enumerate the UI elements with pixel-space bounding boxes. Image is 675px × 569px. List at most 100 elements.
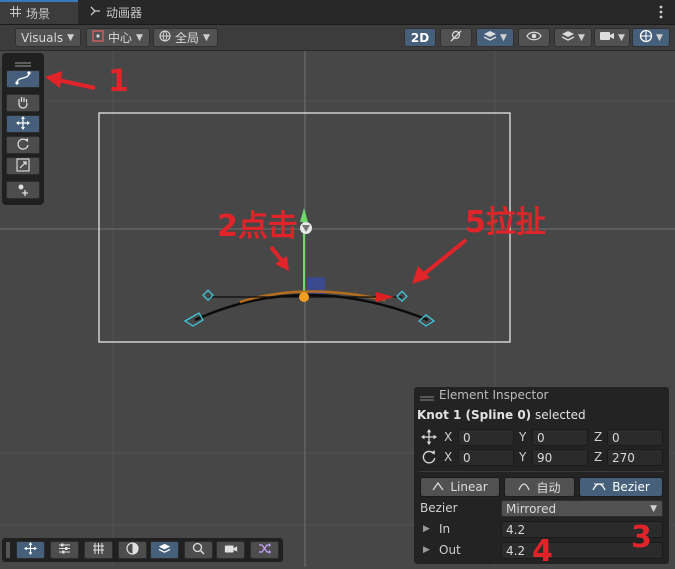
annotation-1: 1 — [108, 64, 129, 99]
globe-icon — [159, 30, 171, 45]
lighting-toggle-button[interactable] — [440, 28, 472, 47]
space-label: 全局 — [175, 31, 200, 45]
inspector-title: Element Inspector — [439, 388, 549, 402]
rotation-icon — [421, 449, 437, 468]
bezier-mode-value: Mirrored — [506, 501, 557, 516]
pivot-dropdown[interactable]: 中心 ▼ — [86, 28, 150, 47]
pos-z-field[interactable]: 0 — [607, 429, 663, 446]
overlay-grid-snap-button[interactable] — [84, 541, 113, 559]
rot-x-field[interactable]: 0 — [458, 449, 514, 466]
scale-icon — [16, 157, 30, 175]
pos-x-label: X — [444, 430, 453, 444]
annotation-2-click: 2点击 — [217, 209, 298, 244]
overlay-layers-button[interactable] — [150, 541, 179, 559]
visuals-dropdown[interactable]: Visuals ▼ — [15, 28, 81, 47]
tangent-in-handle[interactable] — [202, 289, 214, 302]
caret-down-icon: ▼ — [656, 32, 663, 43]
divider — [419, 471, 664, 472]
palette-grip-icon[interactable] — [15, 57, 31, 71]
gizmo-y-arrow[interactable] — [300, 208, 308, 222]
caret-down-icon: ▼ — [500, 32, 507, 43]
grid-icon — [10, 6, 21, 20]
space-dropdown[interactable]: 全局 ▼ — [153, 28, 218, 47]
knot-left-endpoint[interactable] — [183, 312, 204, 327]
rot-y-field[interactable]: 90 — [532, 449, 588, 466]
grid-snap-icon — [92, 542, 105, 558]
pivot-icon — [92, 30, 104, 45]
move-arrows-icon — [24, 542, 37, 558]
rot-z-field[interactable]: 270 — [607, 449, 663, 466]
spline-curve[interactable] — [194, 293, 429, 322]
layers-icon — [561, 29, 575, 46]
hand-icon — [16, 95, 30, 112]
overlay-settings-button[interactable] — [50, 541, 79, 559]
overlay-move-button[interactable] — [16, 541, 45, 559]
tab-animator[interactable]: 动画器 — [80, 0, 152, 24]
visibility-toggle-button[interactable] — [518, 28, 550, 47]
scene-toolbar: Visuals ▼ 中心 ▼ 全局 ▼ 2D ▼ ▼ ▼ ▼ — [0, 25, 675, 51]
tab-scene-label: 场景 — [26, 6, 51, 21]
gizmos-dropdown[interactable]: ▼ — [632, 28, 670, 47]
overlay-camera-button[interactable] — [216, 541, 245, 559]
auto-mode-button[interactable]: 自动 — [504, 477, 575, 497]
camera-icon — [224, 543, 238, 558]
bezier-mode-label: Bezier — [420, 501, 458, 515]
moon-icon — [126, 542, 139, 558]
caret-down-icon: ▼ — [136, 32, 143, 43]
selection-info: Knot 1 (Spline 0) selected — [417, 408, 586, 422]
hand-tool-button[interactable] — [6, 94, 40, 112]
overlay-shuffle-button[interactable] — [250, 541, 279, 559]
more-options-icon[interactable] — [656, 4, 666, 20]
auto-curve-icon — [518, 480, 531, 494]
annotation-4: 4 — [532, 534, 553, 569]
rot-x-label: X — [444, 450, 453, 464]
layers-dropdown[interactable]: ▼ — [554, 28, 592, 47]
caret-down-icon: ▼ — [67, 32, 74, 43]
pos-z-label: Z — [594, 430, 603, 444]
selected-knot[interactable] — [299, 292, 309, 302]
sliders-icon — [58, 542, 71, 558]
tangent-out-handle[interactable] — [396, 290, 408, 303]
linear-mode-button[interactable]: Linear — [420, 477, 500, 497]
gizmos-icon — [639, 29, 653, 46]
overlay-toolbar — [2, 538, 283, 562]
expand-in-icon[interactable]: ▶ — [423, 524, 430, 534]
eye-icon — [526, 30, 542, 45]
spline-path-icon — [15, 70, 31, 88]
expand-out-icon[interactable]: ▶ — [423, 545, 430, 555]
camera-dropdown[interactable]: ▼ — [594, 28, 630, 47]
position-icon — [421, 429, 437, 448]
pos-x-field[interactable]: 0 — [458, 429, 514, 446]
window-tab-bar: 场景 动画器 — [0, 0, 675, 25]
scale-tool-button[interactable] — [6, 157, 40, 175]
bezier-label: Bezier — [612, 480, 650, 494]
layers-fx-icon — [483, 29, 497, 46]
overlay-search-button[interactable] — [184, 541, 213, 559]
tab-scene[interactable]: 场景 — [0, 0, 78, 24]
linear-label: Linear — [450, 480, 488, 494]
tangent-out-arrow — [376, 292, 394, 302]
pivot-edit-icon — [16, 182, 30, 199]
2d-mode-button[interactable]: 2D — [404, 28, 436, 47]
rotate-tool-button[interactable] — [6, 136, 40, 154]
custom-tool-button[interactable] — [6, 181, 40, 199]
rot-z-label: Z — [594, 450, 603, 464]
bezier-mode-button[interactable]: Bezier — [579, 477, 663, 497]
audio-fx-dropdown[interactable]: ▼ — [476, 28, 514, 47]
move-arrows-icon — [16, 115, 30, 133]
bezier-mode-dropdown[interactable]: Mirrored ▼ — [501, 500, 663, 517]
auto-label: 自动 — [536, 480, 561, 495]
toolbar-grip-icon[interactable] — [6, 542, 10, 561]
caret-down-icon: ▼ — [618, 32, 625, 43]
light-off-icon — [449, 29, 463, 46]
pos-y-field[interactable]: 0 — [532, 429, 588, 446]
caret-down-icon: ▼ — [578, 32, 585, 43]
in-label: In — [439, 522, 451, 536]
overlay-shading-button[interactable] — [118, 541, 147, 559]
selection-suffix: selected — [531, 408, 586, 422]
layers-icon — [158, 542, 171, 558]
panel-grip-icon[interactable] — [420, 391, 434, 405]
camera-icon — [599, 30, 615, 45]
move-tool-button[interactable] — [6, 115, 40, 133]
spline-tool-button[interactable] — [6, 70, 40, 88]
